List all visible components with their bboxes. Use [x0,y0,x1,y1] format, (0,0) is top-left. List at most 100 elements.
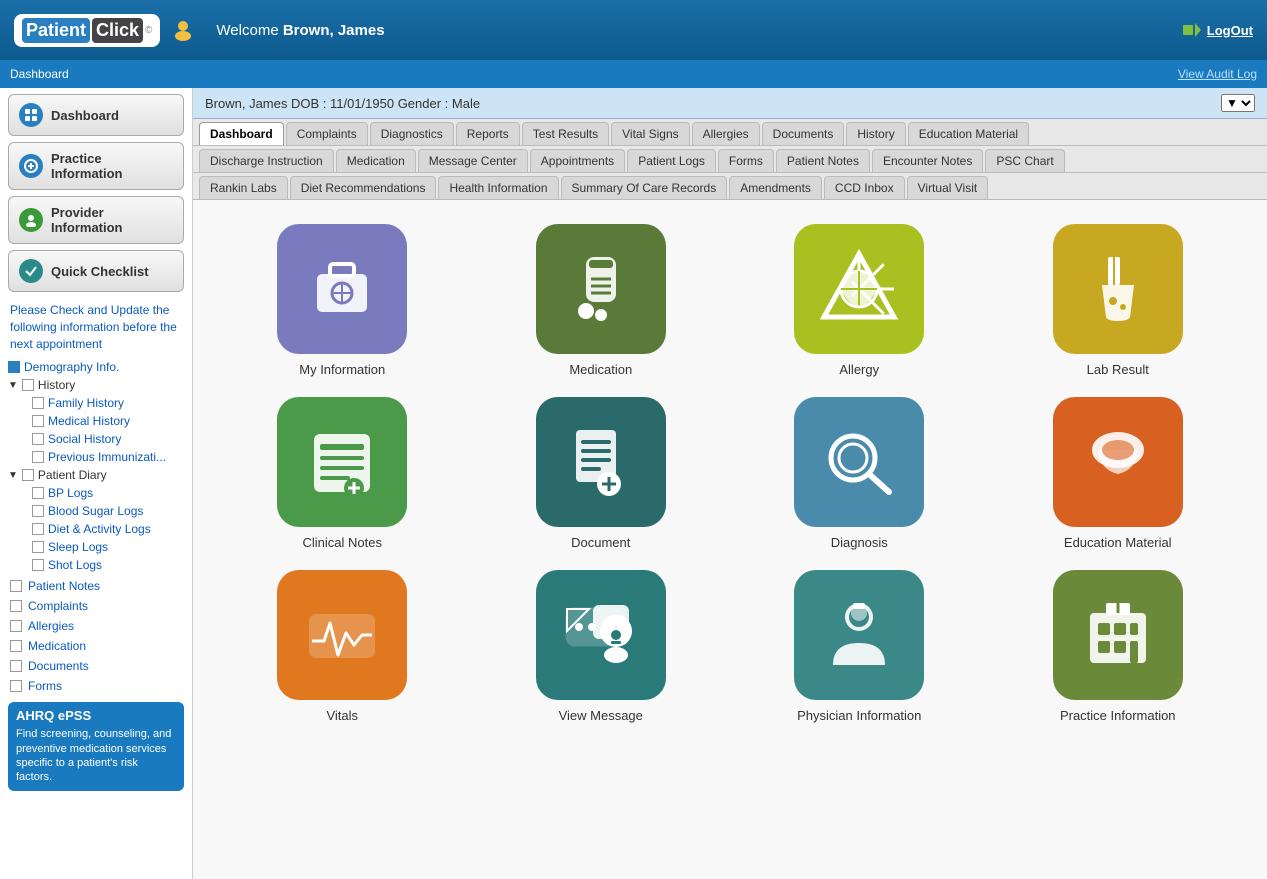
patient-diary-checkbox[interactable] [22,469,34,481]
bp-logs-checkbox[interactable] [32,487,44,499]
logout-button[interactable]: LogOut [1207,23,1253,38]
tab-education-material[interactable]: Education Material [908,122,1029,145]
sidebar-practice-info[interactable]: Practice Information [8,142,184,190]
tab-psc-chart[interactable]: PSC Chart [985,149,1064,172]
tab-virtual-visit[interactable]: Virtual Visit [907,176,989,199]
demography-label: Demography Info. [24,360,119,374]
tab-patient-logs[interactable]: Patient Logs [627,149,716,172]
complaints-checkbox[interactable] [10,600,22,612]
grid-item-briefcase[interactable]: My Information [223,224,462,377]
tree-diet-activity[interactable]: Diet & Activity Logs [8,520,184,538]
patient-bar: Brown, James DOB : 11/01/1950 Gender : M… [193,88,1267,119]
grid-label-medication: Medication [569,362,632,377]
tab-allergies[interactable]: Allergies [692,122,760,145]
medication-icon [536,224,666,354]
sleep-logs-label: Sleep Logs [48,540,108,554]
blood-sugar-checkbox[interactable] [32,505,44,517]
grid-item-medication[interactable]: Medication [482,224,721,377]
patient-notes-checkbox[interactable] [10,580,22,592]
tab-health-information[interactable]: Health Information [438,176,558,199]
grid-item-vitals[interactable]: Vitals [223,570,462,723]
grid-item-education[interactable]: Education Material [999,397,1238,550]
tab-message-center[interactable]: Message Center [418,149,528,172]
tab-diet-recommendations[interactable]: Diet Recommendations [290,176,437,199]
grid-item-message[interactable]: View Message [482,570,721,723]
tree-patient-diary-parent[interactable]: ▼ Patient Diary [8,466,184,484]
tree-family-history[interactable]: Family History [8,394,184,412]
grid-item-practice[interactable]: Practice Information [999,570,1238,723]
tab-test-results[interactable]: Test Results [522,122,609,145]
tab-diagnostics[interactable]: Diagnostics [370,122,454,145]
tree-blood-sugar-logs[interactable]: Blood Sugar Logs [8,502,184,520]
tab-vital-signs[interactable]: Vital Signs [611,122,689,145]
sidebar-forms[interactable]: Forms [0,676,192,696]
family-history-checkbox[interactable] [32,397,44,409]
tree-social-history[interactable]: Social History [8,430,184,448]
prev-immunization-checkbox[interactable] [32,451,44,463]
grid-label-message: View Message [559,708,643,723]
documents-checkbox[interactable] [10,660,22,672]
tree-prev-immunization[interactable]: Previous Immunizati... [8,448,184,466]
sidebar-complaints[interactable]: Complaints [0,596,192,616]
grid-item-allergy[interactable]: Allergy [740,224,979,377]
medical-history-checkbox[interactable] [32,415,44,427]
tab-ccd-inbox[interactable]: CCD Inbox [824,176,905,199]
sidebar-patient-notes[interactable]: Patient Notes [0,576,192,596]
provider-info-icon [19,208,43,232]
grid-item-clinical[interactable]: Clinical Notes [223,397,462,550]
document-icon [536,397,666,527]
grid-item-lab[interactable]: Lab Result [999,224,1238,377]
tree-bp-logs[interactable]: BP Logs [8,484,184,502]
diet-activity-checkbox[interactable] [32,523,44,535]
lab-icon [1053,224,1183,354]
sidebar-quick-checklist[interactable]: Quick Checklist [8,250,184,292]
tab-summary-of-care-records[interactable]: Summary Of Care Records [561,176,728,199]
sidebar-dashboard[interactable]: Dashboard [8,94,184,136]
sidebar-provider-info[interactable]: Provider Information [8,196,184,244]
tab-medication[interactable]: Medication [336,149,416,172]
grid-item-diagnosis[interactable]: Diagnosis [740,397,979,550]
tree-medical-history[interactable]: Medical History [8,412,184,430]
tab-rankin-labs[interactable]: Rankin Labs [199,176,288,199]
tab-amendments[interactable]: Amendments [729,176,822,199]
dashboard-label: Dashboard [51,108,119,123]
social-history-checkbox[interactable] [32,433,44,445]
allergies-label: Allergies [28,619,74,633]
tab-appointments[interactable]: Appointments [530,149,625,172]
briefcase-icon [277,224,407,354]
ahrq-box[interactable]: AHRQ ePSS Find screening, counseling, an… [8,702,184,790]
tab-patient-notes[interactable]: Patient Notes [776,149,870,172]
allergy-icon [794,224,924,354]
tab-history[interactable]: History [846,122,905,145]
history-checkbox[interactable] [22,379,34,391]
patient-selector[interactable]: ▼ [1221,94,1255,112]
grid-item-document[interactable]: Document [482,397,721,550]
tree-shot-logs[interactable]: Shot Logs [8,556,184,574]
tab-forms[interactable]: Forms [718,149,774,172]
forms-checkbox[interactable] [10,680,22,692]
icon-grid: My Information Medication AllergyLab Resul… [193,200,1267,747]
tree-history-parent[interactable]: ▼ History [8,376,184,394]
physician-icon [794,570,924,700]
audit-log-link[interactable]: View Audit Log [1178,67,1257,81]
sidebar-documents[interactable]: Documents [0,656,192,676]
allergies-checkbox[interactable] [10,620,22,632]
tab-discharge-instruction[interactable]: Discharge Instruction [199,149,334,172]
demography-checkbox[interactable] [8,361,20,373]
logo-click: Click [92,18,143,43]
medication-checkbox[interactable] [10,640,22,652]
tab-reports[interactable]: Reports [456,122,520,145]
family-history-label: Family History [48,396,124,410]
sidebar-medication[interactable]: Medication [0,636,192,656]
tab-dashboard[interactable]: Dashboard [199,122,284,145]
sleep-logs-checkbox[interactable] [32,541,44,553]
tree-sleep-logs[interactable]: Sleep Logs [8,538,184,556]
tab-encounter-notes[interactable]: Encounter Notes [872,149,983,172]
sidebar-allergies[interactable]: Allergies [0,616,192,636]
tab-documents[interactable]: Documents [762,122,845,145]
tab-complaints[interactable]: Complaints [286,122,368,145]
grid-label-briefcase: My Information [299,362,385,377]
grid-item-physician[interactable]: Physician Information [740,570,979,723]
shot-logs-checkbox[interactable] [32,559,44,571]
tree-demography[interactable]: Demography Info. [8,358,184,376]
